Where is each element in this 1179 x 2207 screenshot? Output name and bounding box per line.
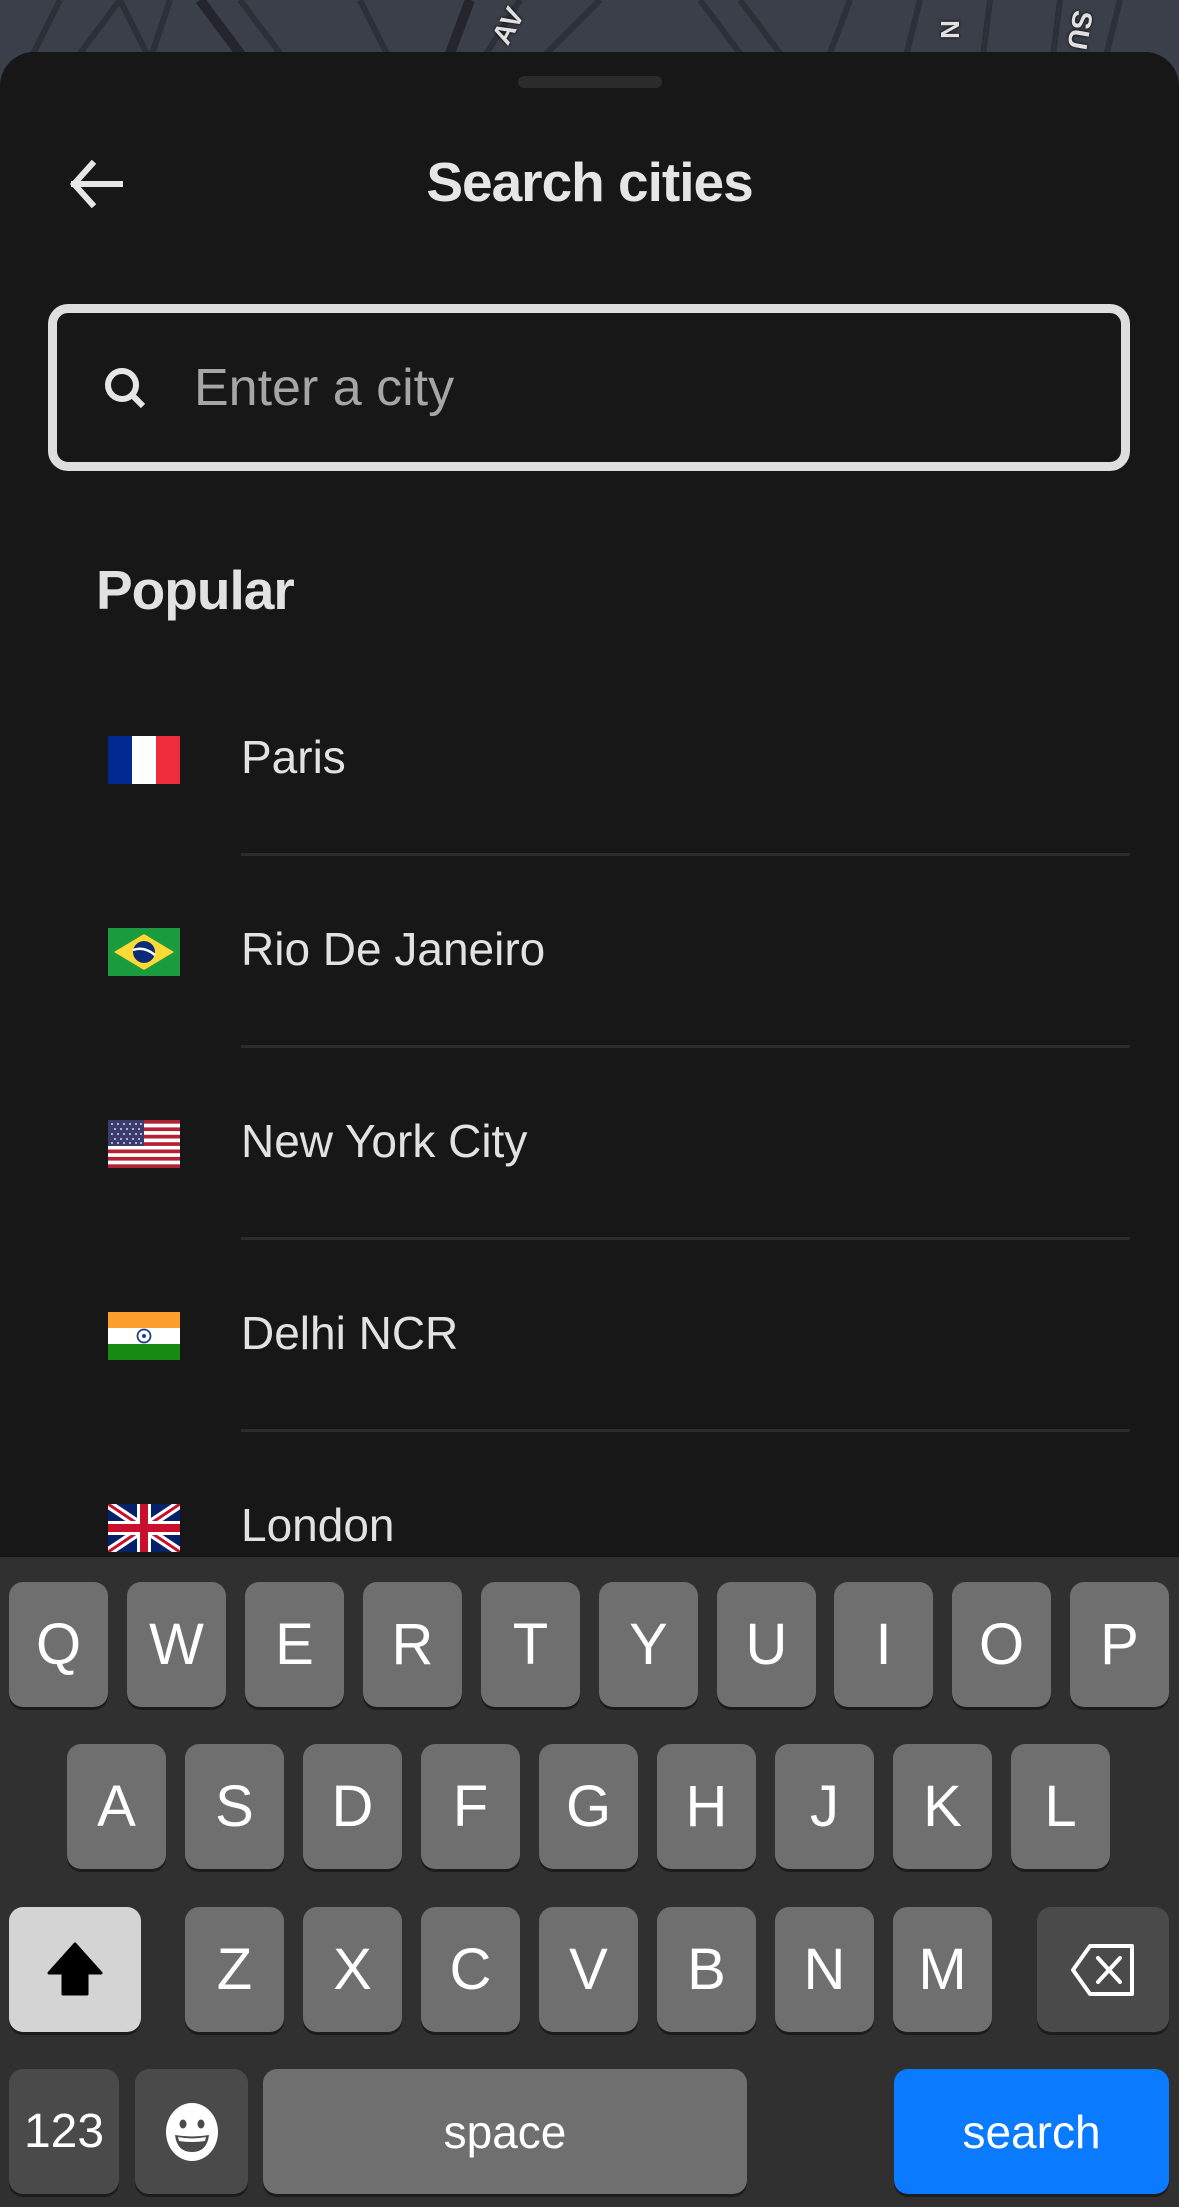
- key-i[interactable]: I: [834, 1582, 933, 1707]
- emoji-key[interactable]: [135, 2069, 248, 2194]
- india-flag-icon: [108, 1312, 180, 1360]
- city-name: London: [241, 1499, 395, 1551]
- popular-cities-list: Paris Rio De Janeiro New York City Delhi…: [0, 692, 1179, 1652]
- page-title: Search cities: [426, 151, 753, 213]
- list-divider: [241, 1237, 1130, 1240]
- city-name: Paris: [241, 731, 346, 783]
- key-a[interactable]: A: [67, 1744, 166, 1869]
- uk-flag-icon: [108, 1504, 180, 1552]
- map-street-label: SU: [1061, 8, 1099, 52]
- key-p[interactable]: P: [1070, 1582, 1169, 1707]
- city-name: New York City: [241, 1115, 528, 1167]
- city-name: Delhi NCR: [241, 1307, 459, 1359]
- key-z[interactable]: Z: [185, 1907, 284, 2032]
- map-street-label: N: [934, 20, 965, 39]
- numbers-key[interactable]: 123: [9, 2069, 119, 2194]
- list-divider: [241, 1045, 1130, 1048]
- backspace-icon: [1071, 1943, 1134, 1996]
- key-s[interactable]: S: [185, 1744, 284, 1869]
- france-flag-icon: [108, 736, 180, 784]
- key-u[interactable]: U: [717, 1582, 816, 1707]
- shift-key[interactable]: [9, 1907, 141, 2032]
- brazil-flag-icon: [108, 928, 180, 976]
- key-e[interactable]: E: [245, 1582, 344, 1707]
- key-w[interactable]: W: [127, 1582, 226, 1707]
- on-screen-keyboard: Q W E R T Y U I O P A S D F G H J K L Z …: [0, 1557, 1179, 2207]
- key-j[interactable]: J: [775, 1744, 874, 1869]
- key-v[interactable]: V: [539, 1907, 638, 2032]
- city-search-field[interactable]: [48, 304, 1130, 471]
- search-icon: [105, 367, 146, 408]
- city-search-input[interactable]: [192, 313, 1101, 462]
- popular-section-title: Popular: [96, 559, 295, 621]
- city-name: Rio De Janeiro: [241, 923, 546, 975]
- emoji-icon: [165, 2102, 218, 2161]
- city-item-delhi-ncr[interactable]: Delhi NCR: [0, 1268, 1179, 1460]
- key-y[interactable]: Y: [599, 1582, 698, 1707]
- key-b[interactable]: B: [657, 1907, 756, 2032]
- key-n[interactable]: N: [775, 1907, 874, 2032]
- key-m[interactable]: M: [893, 1907, 992, 2032]
- backspace-key[interactable]: [1037, 1907, 1169, 2032]
- sheet-grabber-handle[interactable]: [518, 76, 662, 88]
- key-k[interactable]: K: [893, 1744, 992, 1869]
- shift-icon: [47, 1942, 103, 1995]
- city-item-paris[interactable]: Paris: [0, 692, 1179, 884]
- usa-flag-icon: [108, 1120, 180, 1168]
- space-key[interactable]: space: [263, 2069, 747, 2194]
- key-g[interactable]: G: [539, 1744, 638, 1869]
- key-t[interactable]: T: [481, 1582, 580, 1707]
- key-x[interactable]: X: [303, 1907, 402, 2032]
- key-d[interactable]: D: [303, 1744, 402, 1869]
- key-o[interactable]: O: [952, 1582, 1051, 1707]
- key-c[interactable]: C: [421, 1907, 520, 2032]
- list-divider: [241, 1429, 1130, 1432]
- key-f[interactable]: F: [421, 1744, 520, 1869]
- key-h[interactable]: H: [657, 1744, 756, 1869]
- key-l[interactable]: L: [1011, 1744, 1110, 1869]
- key-r[interactable]: R: [363, 1582, 462, 1707]
- city-item-new-york-city[interactable]: New York City: [0, 1076, 1179, 1268]
- search-key[interactable]: search: [894, 2069, 1169, 2194]
- key-q[interactable]: Q: [9, 1582, 108, 1707]
- list-divider: [241, 853, 1130, 856]
- city-item-rio-de-janeiro[interactable]: Rio De Janeiro: [0, 884, 1179, 1076]
